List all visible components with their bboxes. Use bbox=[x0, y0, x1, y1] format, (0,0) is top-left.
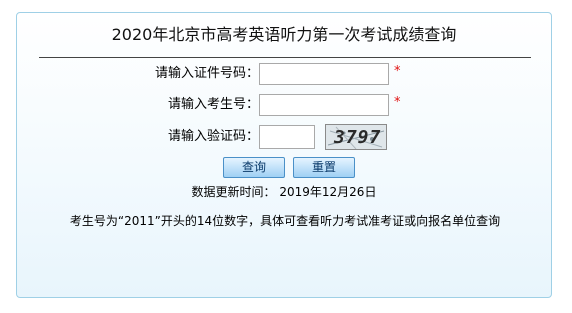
id-number-required-mark: * bbox=[394, 64, 401, 79]
exam-number-required-mark: * bbox=[394, 95, 401, 110]
id-number-label: 请输入证件号码： bbox=[154, 66, 259, 81]
captcha-input[interactable] bbox=[259, 125, 315, 149]
captcha-image-text: 3797 bbox=[334, 127, 382, 148]
reset-button[interactable]: 重置 bbox=[293, 157, 355, 178]
page-title: 2020年北京市高考英语听力第一次考试成绩查询 bbox=[111, 25, 457, 44]
query-panel: 2020年北京市高考英语听力第一次考试成绩查询 请输入证件号码： * 请输入考生… bbox=[16, 12, 552, 298]
exam-number-input[interactable] bbox=[259, 94, 389, 116]
exam-number-label: 请输入考生号： bbox=[167, 97, 259, 112]
data-update-time: 数据更新时间： 2019年12月26日 bbox=[191, 185, 377, 199]
id-number-input[interactable] bbox=[259, 63, 389, 85]
captcha-image[interactable]: 3797 bbox=[325, 124, 387, 150]
exam-number-notice: 考生号为“2011”开头的14位数字，具体可查看听力考试准考证或向报名单位查询 bbox=[69, 214, 501, 228]
query-button[interactable]: 查询 bbox=[223, 157, 285, 178]
title-divider bbox=[39, 57, 531, 58]
captcha-label: 请输入验证码： bbox=[167, 129, 259, 144]
